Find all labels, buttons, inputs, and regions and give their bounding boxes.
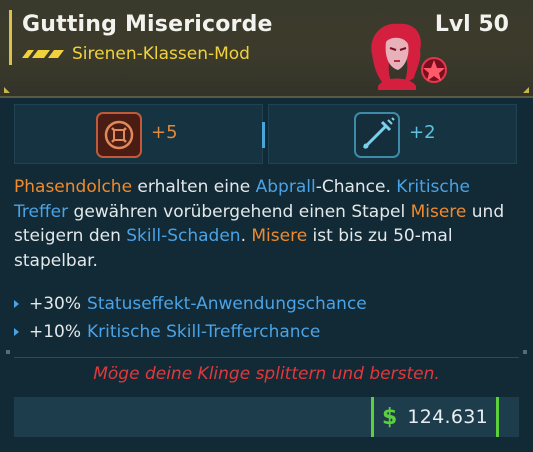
item-header: Gutting Misericorde Lvl 50 Sirenen-Klass… bbox=[0, 0, 533, 98]
desc-keyword-misere: Misere bbox=[410, 201, 467, 222]
separator-mark-left bbox=[6, 350, 10, 354]
header-accent-bar bbox=[9, 10, 12, 65]
skill-bonus-2-value: +2 bbox=[409, 122, 436, 143]
item-card: Gutting Misericorde Lvl 50 Sirenen-Klass… bbox=[0, 0, 533, 452]
bonus-item: +10% Kritische Skill-Trefferchance bbox=[14, 318, 514, 346]
bonus-value: +30% bbox=[29, 294, 82, 314]
item-title: Gutting Misericorde bbox=[22, 12, 273, 37]
separator-line bbox=[14, 357, 519, 358]
siren-portrait-icon bbox=[371, 23, 447, 90]
item-description: Phasendolche erhalten eine Abprall-Chanc… bbox=[14, 175, 514, 273]
bullet-arrow-icon bbox=[14, 328, 19, 336]
skill-bonus-row: +5 +2 bbox=[14, 104, 519, 166]
rarity-chevrons-icon bbox=[22, 50, 64, 58]
skill-bonus-2[interactable]: +2 bbox=[268, 104, 517, 164]
item-type-row: Sirenen-Klassen-Mod bbox=[22, 44, 250, 64]
stats-divider bbox=[262, 122, 265, 148]
desc-text: gewähren vorübergehend einen Stapel bbox=[68, 201, 411, 222]
dollar-icon: $ bbox=[382, 404, 398, 430]
bonus-item: +30% Statuseffekt-Anwendungschance bbox=[14, 290, 514, 318]
desc-keyword-misere: Misere bbox=[251, 226, 308, 246]
bonus-value: +10% bbox=[29, 322, 82, 342]
skill-bonus-1-value: +5 bbox=[151, 122, 178, 143]
flavor-text: Möge deine Klinge splittern und bersten. bbox=[93, 364, 440, 384]
desc-text: . bbox=[240, 226, 252, 246]
desc-keyword-skill-schaden: Skill-Schaden bbox=[126, 226, 241, 246]
bonus-label: Kritische Skill-Trefferchance bbox=[87, 322, 321, 342]
price-box: $ 124.631 bbox=[371, 397, 499, 437]
item-type: Sirenen-Klassen-Mod bbox=[72, 44, 250, 64]
header-corner-left bbox=[4, 87, 10, 93]
desc-text: -Chance. bbox=[315, 177, 397, 197]
desc-keyword-phasendolche: Phasendolche bbox=[14, 177, 133, 197]
phase-skill-icon bbox=[96, 112, 142, 158]
separator-mark-right bbox=[523, 350, 527, 354]
skill-bonus-1[interactable]: +5 bbox=[14, 104, 263, 164]
bonus-list: +30% Statuseffekt-Anwendungschance +10% … bbox=[14, 290, 514, 346]
dagger-skill-icon bbox=[354, 112, 400, 158]
item-price: 124.631 bbox=[407, 406, 488, 428]
header-corner-right bbox=[523, 87, 529, 93]
bonus-label: Statuseffekt-Anwendungschance bbox=[87, 294, 367, 314]
price-bar: $ 124.631 bbox=[14, 397, 519, 437]
desc-text: erhalten eine bbox=[132, 177, 256, 197]
bullet-arrow-icon bbox=[14, 300, 19, 308]
desc-keyword-abprall: Abprall bbox=[255, 177, 316, 197]
